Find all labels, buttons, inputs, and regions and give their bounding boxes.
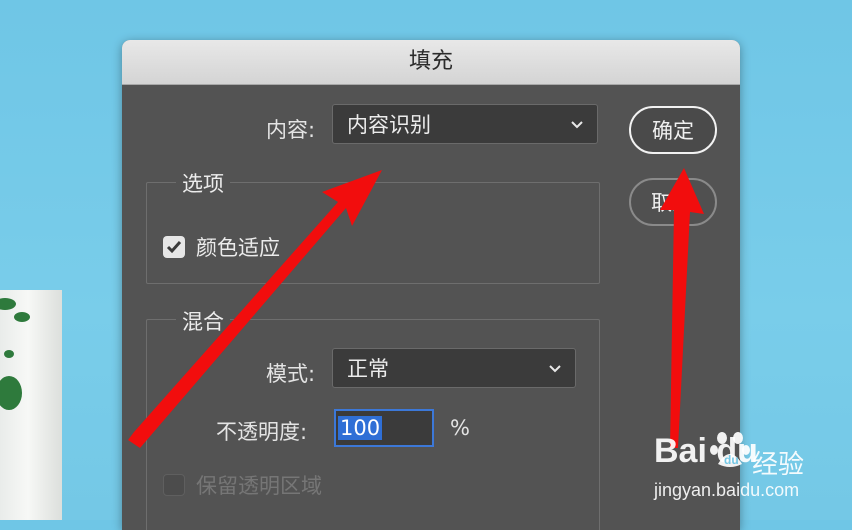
- screen: { "dialog": { "title": "填充", "content_la…: [0, 0, 852, 530]
- chevron-down-icon: [549, 365, 561, 373]
- paw-icon: du: [710, 432, 750, 467]
- preserve-transparency-checkbox[interactable]: [163, 474, 185, 496]
- chevron-down-icon: [571, 121, 583, 129]
- content-label: 内容:: [266, 118, 316, 142]
- color-adapt-checkbox[interactable]: [163, 236, 185, 258]
- blend-legend: 混合: [176, 306, 230, 336]
- mode-select[interactable]: 正常: [332, 348, 576, 388]
- background-object: [0, 290, 62, 520]
- opacity-label: 不透明度:: [216, 420, 308, 444]
- content-select[interactable]: 内容识别: [332, 104, 598, 144]
- cancel-button-label: 取: [651, 191, 672, 215]
- content-select-value: 内容识别: [347, 113, 431, 137]
- watermark-url: jingyan.baidu.com: [654, 480, 800, 500]
- dialog-title: 填充: [122, 40, 740, 85]
- mode-label: 模式:: [266, 362, 316, 386]
- svg-text:du: du: [724, 453, 739, 467]
- fill-dialog: 填充 内容: 内容识别 确定 取消 选项 颜色适应 混合 模式: 正常 不透明度…: [122, 40, 740, 530]
- ok-button[interactable]: 确定: [629, 106, 717, 154]
- opacity-unit: %: [450, 416, 470, 440]
- opacity-value: 100: [338, 416, 383, 440]
- preserve-transparency-label: 保留透明区域: [196, 474, 322, 498]
- opacity-input[interactable]: 100: [334, 409, 434, 447]
- cancel-button-label-tail: 消: [672, 191, 693, 215]
- mode-select-value: 正常: [347, 357, 389, 381]
- color-adapt-label: 颜色适应: [196, 236, 280, 260]
- watermark-text: 经验: [752, 450, 805, 480]
- check-icon: [166, 241, 182, 254]
- cancel-button[interactable]: 取消: [629, 178, 717, 226]
- baidu-watermark: Bai du du 经验 jingyan.baidu.com: [652, 424, 852, 520]
- options-legend: 选项: [176, 168, 230, 198]
